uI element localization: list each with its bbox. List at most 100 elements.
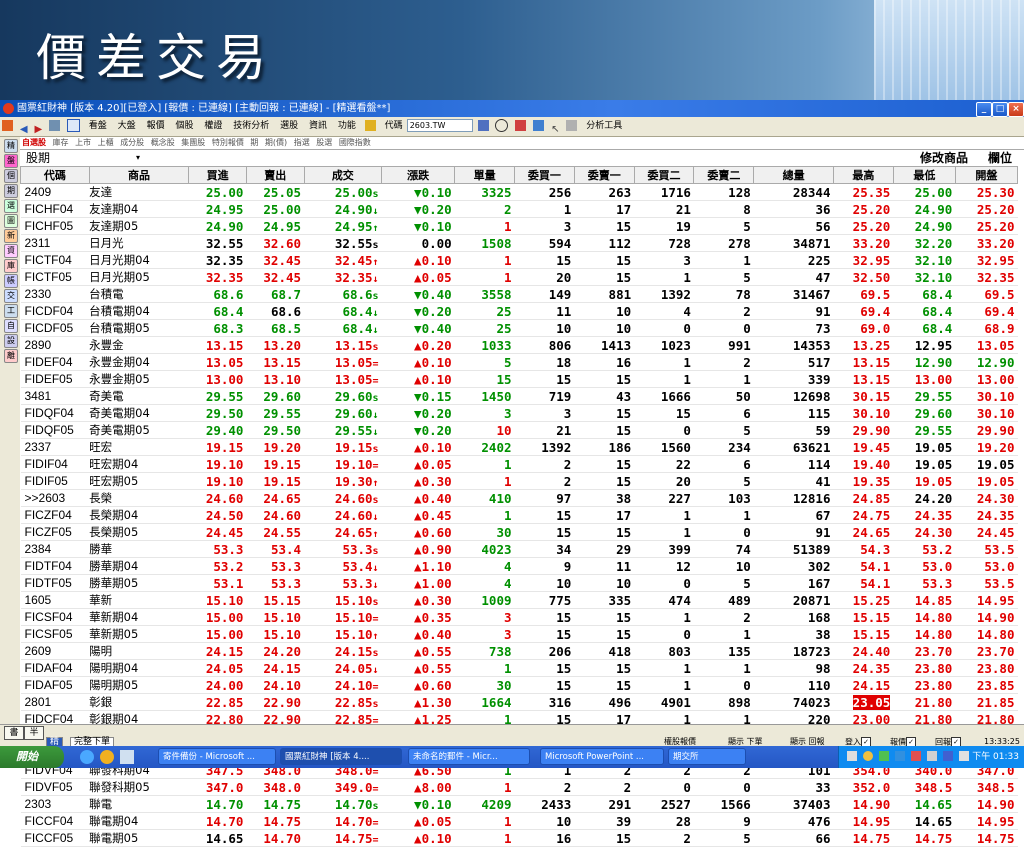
side-icon[interactable]: 設: [4, 334, 18, 348]
column-header[interactable]: 委買一: [514, 166, 575, 184]
table-row[interactable]: 2311 日月光 32.55 32.60 32.55s 0.00 1508 594 112 728…: [20, 234, 1018, 252]
table-row[interactable]: FICTF04 日月光期04 32.35 32.45 32.45↑ ▲0.10 1 15 15 3…: [20, 251, 1018, 269]
tray-icon[interactable]: [943, 751, 953, 761]
column-header[interactable]: 開盤: [954, 166, 1019, 184]
table-row[interactable]: FICSF04 華新期04 15.00 15.10 15.10= ▲0.35 3 15 15 1 2…: [20, 608, 1018, 626]
table-row[interactable]: >>2603 長榮 24.60 24.65 24.60s ▲0.40 410 97 38 227 1…: [20, 489, 1018, 507]
book-button[interactable]: 書: [4, 726, 24, 740]
start-button[interactable]: 開始: [0, 746, 64, 768]
print-icon[interactable]: [49, 120, 61, 131]
column-header[interactable]: 最高: [833, 166, 894, 184]
column-header[interactable]: 成交: [303, 166, 383, 184]
side-icon[interactable]: 選: [4, 199, 18, 213]
table-row[interactable]: FIDIF04 旺宏期04 19.10 19.15 19.10= ▲0.05 1 2 15 22 6…: [20, 455, 1018, 473]
menu-item[interactable]: 權證: [200, 117, 226, 136]
table-row[interactable]: FICTF05 日月光期05 32.35 32.45 32.35↓ ▲0.05 1 20 15 1…: [20, 268, 1018, 286]
settings-icon[interactable]: [533, 120, 545, 131]
side-icon[interactable]: 個: [4, 169, 18, 183]
column-header[interactable]: 商品: [88, 166, 190, 184]
column-header[interactable]: 委賣一: [573, 166, 635, 184]
menu-item[interactable]: 大盤: [114, 117, 140, 136]
table-row[interactable]: FICCF05 聯電期05 14.65 14.70 14.75= ▲0.10 1 16 15 2 5…: [20, 829, 1018, 847]
side-icon[interactable]: 帳: [4, 274, 18, 288]
menu-item[interactable]: 資訊: [305, 117, 331, 136]
tab[interactable]: 指選: [292, 137, 312, 149]
table-row[interactable]: FICDF04 台積電期04 68.4 68.6 68.4↓ ▼0.20 25 11 10 4 2 9…: [20, 302, 1018, 320]
tab[interactable]: 上櫃: [96, 137, 116, 149]
table-row[interactable]: 2303 聯電 14.70 14.75 14.70s ▼0.10 4209 2433 291 25…: [20, 795, 1018, 813]
close-button[interactable]: ×: [1008, 102, 1024, 117]
quote-icon[interactable]: [477, 120, 489, 131]
alert-icon[interactable]: [515, 120, 527, 131]
column-header[interactable]: 買進: [188, 166, 247, 184]
browser-icon[interactable]: [100, 750, 114, 764]
table-row[interactable]: FICZF04 長榮期04 24.50 24.60 24.60↓ ▲0.45 1 15 17 1 1…: [20, 506, 1018, 524]
table-row[interactable]: 1605 華新 15.10 15.15 15.10s ▲0.30 1009 775 335 474…: [20, 591, 1018, 609]
maximize-button[interactable]: □: [992, 102, 1008, 117]
side-icon[interactable]: 離: [4, 349, 18, 363]
table-row[interactable]: 2890 永豐金 13.15 13.20 13.15s ▲0.20 1033 806 1413 1…: [20, 336, 1018, 354]
tray-icon[interactable]: [863, 751, 873, 761]
tray-icon[interactable]: [847, 751, 857, 761]
table-row[interactable]: 2409 友達 25.00 25.05 25.00s ▼0.10 3325 256 263 171…: [20, 183, 1018, 201]
desktop-icon[interactable]: [120, 750, 134, 764]
table-row[interactable]: FICSF05 華新期05 15.00 15.10 15.10↑ ▲0.40 3 15 15 0 1…: [20, 625, 1018, 643]
side-icon[interactable]: 自: [4, 319, 18, 333]
menu-item[interactable]: 個股: [171, 117, 197, 136]
volume-icon[interactable]: [959, 751, 969, 761]
side-icon[interactable]: 圖: [4, 214, 18, 228]
taskbar-item[interactable]: 未命名的郵件 - Micr...: [408, 748, 530, 765]
taskbar-item[interactable]: 期交所: [668, 748, 746, 765]
column-header[interactable]: 委賣二: [693, 166, 755, 184]
side-icon[interactable]: 期: [4, 184, 18, 198]
tray-icon[interactable]: [911, 751, 921, 761]
code-input[interactable]: 2603.TW: [406, 119, 473, 132]
tab[interactable]: 集團股: [179, 137, 207, 149]
columns-button[interactable]: 欄位: [988, 150, 1012, 166]
table-row[interactable]: 2801 彰銀 22.85 22.90 22.85s ▲1.30 1664 316 496 490…: [20, 693, 1018, 711]
column-header[interactable]: 委買二: [633, 166, 695, 184]
table-row[interactable]: FIDTF04 勝華期04 53.2 53.3 53.4↓ ▲1.10 4 9 11 12 10 30…: [20, 557, 1018, 575]
table-row[interactable]: FICDF05 台積電期05 68.3 68.5 68.4↓ ▼0.40 25 10 10 0 0 7…: [20, 319, 1018, 337]
side-icon[interactable]: 工: [4, 304, 18, 318]
tab[interactable]: 概念股: [149, 137, 177, 149]
table-row[interactable]: FIDEF04 永豐金期04 13.05 13.15 13.05= ▲0.10 5 18 16 1…: [20, 353, 1018, 371]
table-row[interactable]: FICCF04 聯電期04 14.70 14.75 14.70= ▲0.05 1 10 39 28…: [20, 812, 1018, 830]
menu-item[interactable]: 選股: [276, 117, 302, 136]
tray-icon[interactable]: [927, 751, 937, 761]
modify-products-button[interactable]: 修改商品: [920, 150, 968, 166]
side-icon[interactable]: 資: [4, 244, 18, 258]
menu-item[interactable]: 看盤: [85, 117, 111, 136]
tab[interactable]: 特別報價: [210, 137, 246, 149]
table-row[interactable]: 2330 台積電 68.6 68.7 68.6s ▼0.40 3558 149 881 1392 7…: [20, 285, 1018, 303]
back-icon[interactable]: ◀: [20, 120, 28, 135]
column-header[interactable]: 賣出: [245, 166, 305, 184]
table-row[interactable]: 2337 旺宏 19.15 19.20 19.15s ▲0.10 2402 1392 186 15…: [20, 438, 1018, 456]
taskbar-item[interactable]: 寄件備份 - Microsoft ...: [158, 748, 276, 765]
column-header[interactable]: 總量: [753, 166, 834, 184]
menu-item[interactable]: 報價: [143, 117, 169, 136]
table-row[interactable]: FIDTF05 勝華期05 53.1 53.3 53.3↓ ▲1.00 4 10 10 0 5 167…: [20, 574, 1018, 592]
tray-icon[interactable]: [879, 751, 889, 761]
table-row[interactable]: 2384 勝華 53.3 53.4 53.3s ▲0.90 4023 34 29 399 74 513…: [20, 540, 1018, 558]
category-dropdown[interactable]: 股期: [26, 150, 50, 166]
refresh-icon[interactable]: [66, 119, 80, 132]
search-icon[interactable]: [495, 119, 509, 132]
column-header[interactable]: 單量: [454, 166, 515, 184]
side-icon[interactable]: 精: [4, 139, 18, 153]
minimize-button[interactable]: _: [976, 102, 992, 117]
table-row[interactable]: FIDAF05 陽明期05 24.00 24.10 24.10= ▲0.60 30 15 15 1…: [20, 676, 1018, 694]
taskbar-item[interactable]: Microsoft PowerPoint ...: [540, 748, 664, 765]
show-report-button[interactable]: 顯示 回報: [790, 737, 825, 746]
tab[interactable]: 股選: [314, 137, 334, 149]
side-icon[interactable]: 庫: [4, 259, 18, 273]
table-row[interactable]: FIDVF05 聯發科期05 347.0 348.0 349.0= ▲8.00 1 2 2 0 0 3…: [20, 778, 1018, 796]
dropdown-caret-icon[interactable]: ▾: [136, 150, 140, 166]
column-header[interactable]: 漲跌: [381, 166, 456, 184]
column-header[interactable]: 代碼: [20, 166, 90, 184]
table-row[interactable]: FICHF05 友達期05 24.90 24.95 24.95↑ ▼0.10 1 3 15 19 5…: [20, 217, 1018, 235]
tab[interactable]: 國際指數: [337, 137, 373, 149]
table-row[interactable]: 2609 陽明 24.15 24.20 24.15s ▲0.55 738 206 418 803 1…: [20, 642, 1018, 660]
ie-icon[interactable]: [80, 750, 94, 764]
show-order-button[interactable]: 顯示 下單: [728, 737, 763, 746]
